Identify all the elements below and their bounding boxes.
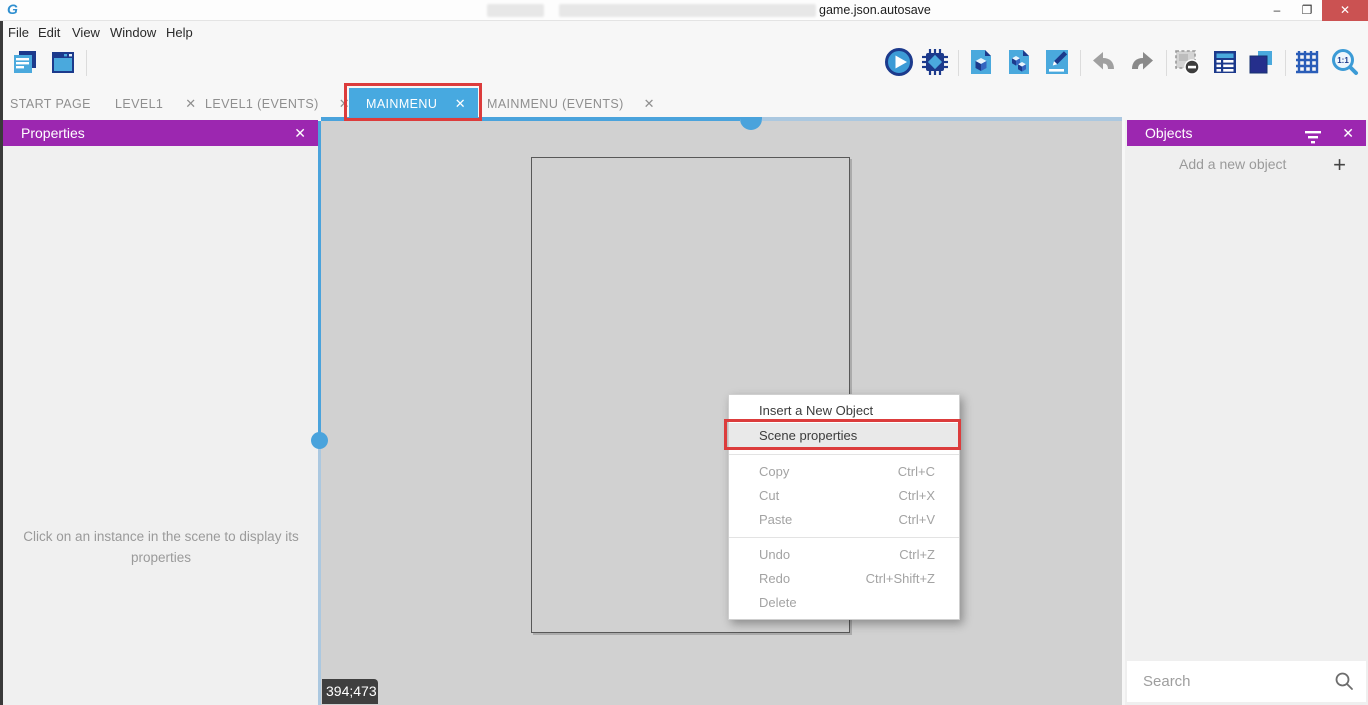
project-manager-icon[interactable] [10, 47, 40, 77]
menu-edit[interactable]: Edit [38, 21, 60, 44]
menu-item-redo[interactable]: Redo Ctrl+Shift+Z [729, 567, 959, 591]
redacted-path-segment [559, 4, 816, 17]
menu-separator [729, 454, 959, 455]
toolbar-separator [958, 50, 959, 76]
grid-icon[interactable] [1292, 47, 1322, 77]
redo-icon[interactable] [1127, 47, 1157, 77]
restore-button[interactable]: ❐ [1292, 0, 1322, 21]
menu-item-insert-new-object[interactable]: Insert a New Object [729, 399, 959, 423]
zoom-original-icon[interactable]: 1:1 [1330, 47, 1360, 77]
start-page-icon[interactable] [48, 47, 78, 77]
object-groups-icon[interactable] [1004, 47, 1034, 77]
menu-help[interactable]: Help [166, 21, 193, 44]
window-title: game.json.autosave [819, 3, 931, 17]
vertical-splitter [318, 121, 321, 433]
menu-item-scene-properties[interactable]: Scene properties [729, 423, 959, 449]
objects-panel-header: Objects ✕ [1127, 120, 1366, 146]
tab-level1[interactable]: LEVEL1✕ [115, 88, 197, 120]
vertical-splitter-handle[interactable] [311, 432, 328, 449]
shortcut-label: Ctrl+V [899, 508, 935, 532]
properties-panel: Properties ✕ Click on an instance in the… [3, 120, 318, 705]
shortcut-label: Ctrl+X [899, 484, 935, 508]
shortcut-label: Ctrl+C [898, 460, 935, 484]
menu-item-delete[interactable]: Delete [729, 591, 959, 615]
filter-icon[interactable] [1304, 126, 1322, 152]
close-properties-icon[interactable]: ✕ [294, 120, 306, 146]
menu-window[interactable]: Window [110, 21, 156, 44]
toolbar-separator [1285, 50, 1286, 76]
scene-canvas[interactable]: 394;473 [321, 121, 1122, 705]
redacted-path-segment [487, 4, 544, 17]
object-search-box [1127, 661, 1366, 702]
add-object-row[interactable]: Add a new object + [1125, 156, 1368, 180]
properties-empty-message: Click on an instance in the scene to dis… [21, 527, 301, 569]
close-objects-icon[interactable]: ✕ [1342, 120, 1354, 146]
tab-close-icon[interactable]: ✕ [185, 96, 196, 111]
context-menu: Insert a New Object Scene properties Cop… [728, 394, 960, 620]
add-object-label: Add a new object [1179, 156, 1286, 172]
cursor-coordinates-badge: 394;473 [322, 679, 378, 704]
vertical-splitter [318, 448, 321, 705]
layers-icon[interactable] [1246, 47, 1276, 77]
toolbar-separator [86, 50, 87, 76]
tab-close-icon[interactable]: ✕ [455, 88, 466, 120]
shortcut-label: Ctrl+Z [899, 543, 935, 567]
toolbar-separator [1080, 50, 1081, 76]
play-icon[interactable] [884, 47, 914, 77]
horizontal-splitter [762, 117, 1122, 121]
menu-view[interactable]: View [72, 21, 100, 44]
shortcut-label: Ctrl+Shift+Z [866, 567, 935, 591]
debugger-icon[interactable] [920, 47, 950, 77]
add-object-plus-icon[interactable]: + [1333, 152, 1346, 178]
tab-close-icon[interactable]: ✕ [644, 96, 655, 111]
tab-mainmenu-events[interactable]: MAINMENU (EVENTS)✕ [487, 88, 655, 120]
properties-panel-title: Properties [21, 125, 85, 141]
title-bar: G game.json.autosave – ❐ ✕ [0, 0, 1368, 21]
search-icon[interactable] [1334, 671, 1354, 696]
instances-list-icon[interactable] [1210, 47, 1240, 77]
app-window: G game.json.autosave – ❐ ✕ File Edit Vie… [0, 0, 1368, 705]
scene-properties-edit-icon[interactable] [1042, 47, 1072, 77]
menu-separator [729, 537, 959, 538]
tab-mainmenu[interactable]: MAINMENU✕ [349, 88, 478, 120]
tab-bar: START PAGE LEVEL1✕ LEVEL1 (EVENTS)✕ MAIN… [0, 88, 1368, 120]
tab-level1-events[interactable]: LEVEL1 (EVENTS)✕ [205, 88, 350, 120]
mask-instances-icon[interactable] [1172, 47, 1202, 77]
object-search-input[interactable] [1143, 661, 1323, 702]
menu-file[interactable]: File [8, 21, 29, 44]
close-window-button[interactable]: ✕ [1322, 0, 1368, 21]
menu-item-cut[interactable]: Cut Ctrl+X [729, 484, 959, 508]
objects-editor-icon[interactable] [966, 47, 996, 77]
undo-icon[interactable] [1089, 47, 1119, 77]
toolbar: 1:1 [0, 44, 1368, 88]
minimize-button[interactable]: – [1262, 0, 1292, 21]
gdevelop-logo-icon: G [7, 1, 17, 17]
menu-bar: File Edit View Window Help [0, 21, 1368, 44]
objects-panel-title: Objects [1145, 125, 1192, 141]
toolbar-separator [1166, 50, 1167, 76]
menu-item-undo[interactable]: Undo Ctrl+Z [729, 543, 959, 567]
tab-start-page[interactable]: START PAGE [10, 88, 91, 120]
properties-panel-header: Properties ✕ [3, 120, 318, 146]
svg-text:1:1: 1:1 [1337, 56, 1349, 65]
menu-item-paste[interactable]: Paste Ctrl+V [729, 508, 959, 532]
objects-panel: Objects ✕ Add a new object + [1125, 120, 1368, 705]
menu-item-copy[interactable]: Copy Ctrl+C [729, 460, 959, 484]
horizontal-splitter [321, 117, 740, 121]
window-left-edge [0, 21, 3, 705]
